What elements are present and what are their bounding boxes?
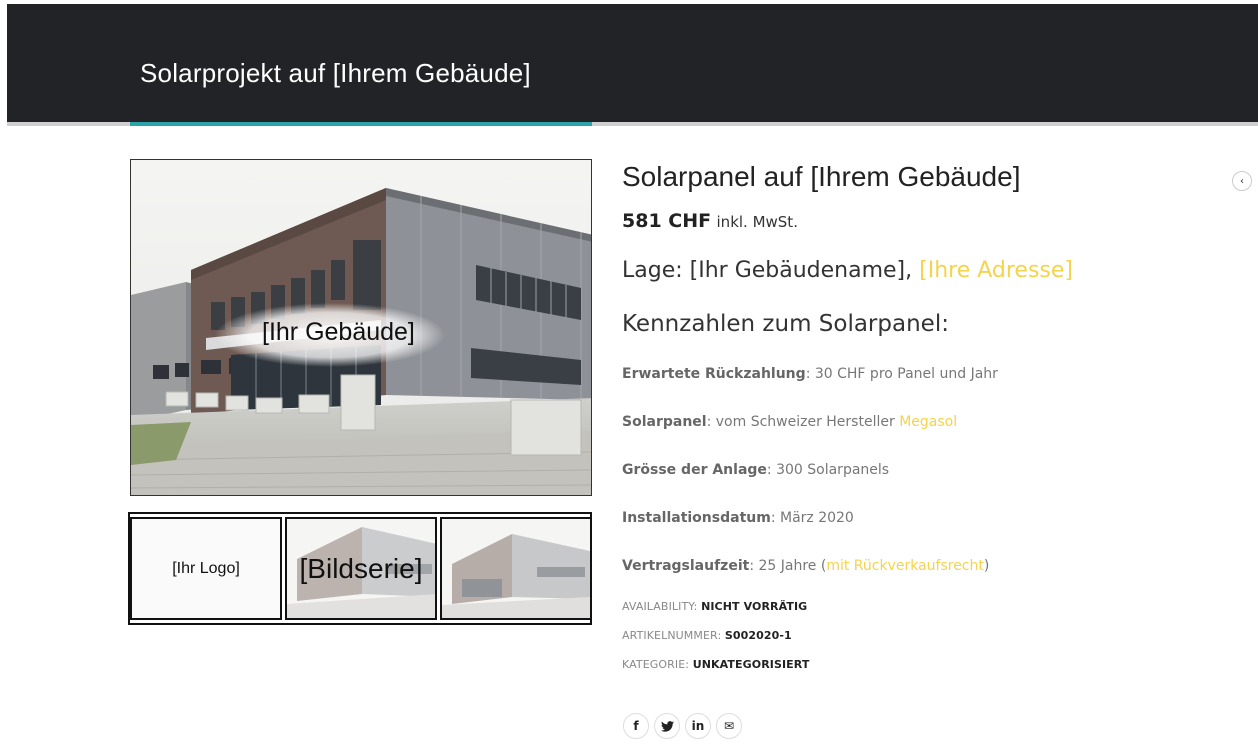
specs-heading: Kennzahlen zum Solarpanel: (622, 311, 949, 337)
spec-installationsdatum: Installationsdatum: März 2020 (622, 510, 854, 526)
share-email-button[interactable]: ✉ (716, 713, 742, 739)
spec-vertragslaufzeit: Vertragslaufzeit: 25 Jahre (mit Rückverk… (622, 558, 989, 574)
spec-value: vom Schweizer Hersteller (715, 414, 900, 430)
meta-availability: AVAILABILITY: NICHT VORRÄTIG (622, 600, 807, 613)
spec-key: Erwartete Rückzahlung (622, 366, 806, 382)
spec-suffix: ) (983, 558, 990, 574)
spec-value: 25 Jahre ( (758, 558, 827, 574)
meta-label: AVAILABILITY: (622, 600, 702, 613)
thumbnail-building-image-2 (442, 519, 590, 618)
spec-link-megasol[interactable]: Megasol (899, 414, 957, 430)
facebook-icon: f (633, 719, 639, 733)
spec-key: Vertragslaufzeit (622, 558, 750, 574)
product-location: Lage: [Ihr Gebäudename], [Ihre Adresse] (622, 258, 1073, 283)
chevron-left-icon: ‹ (1240, 175, 1244, 187)
spec-groesse: Grösse der Anlage: 300 Solarpanels (622, 462, 889, 478)
main-image-label: [Ihr Gebäude] (262, 318, 415, 346)
spec-separator: : (770, 510, 780, 526)
linkedin-icon: in (691, 719, 705, 733)
thumbnail-logo[interactable]: [Ihr Logo] (130, 517, 282, 620)
thumbnail-bildserie-label: [Bildserie] (299, 552, 423, 584)
spec-link-rueckverkaufsrecht[interactable]: mit Rückverkaufsrecht (826, 558, 984, 574)
thumbnail-logo-label: [Ihr Logo] (172, 559, 240, 577)
spec-solarpanel: Solarpanel: vom Schweizer Hersteller Meg… (622, 414, 957, 430)
spec-value: März 2020 (780, 510, 854, 526)
spec-key: Installationsdatum (622, 510, 771, 526)
share-twitter-button[interactable] (654, 713, 680, 739)
thumbnail-building[interactable] (440, 517, 590, 620)
location-prefix: Lage: [Ihr Gebäudename], (622, 258, 920, 283)
header-accent-bar (130, 122, 592, 126)
spec-value: 300 Solarpanels (776, 462, 890, 478)
email-icon: ✉ (723, 719, 735, 733)
meta-category: KATEGORIE: UNKATEGORISIERT (622, 658, 809, 671)
product-price: 581 CHF inkl. MwSt. (622, 210, 798, 232)
spec-key: Solarpanel (622, 414, 707, 430)
share-facebook-button[interactable]: f (623, 713, 649, 739)
spec-separator: : (706, 414, 716, 430)
meta-label: KATEGORIE: (622, 658, 693, 671)
meta-sku: ARTIKELNUMMER: S002020-1 (622, 629, 792, 642)
twitter-icon (660, 720, 674, 732)
thumbnail-strip: [Ihr Logo] [Bildserie] (128, 512, 592, 625)
spec-key: Grösse der Anlage (622, 462, 767, 478)
location-address-link[interactable]: [Ihre Adresse] (919, 258, 1073, 283)
product-title: Solarpanel auf [Ihrem Gebäude] (622, 161, 1021, 192)
spec-separator: : (805, 366, 815, 382)
meta-label: ARTIKELNUMMER: (622, 629, 725, 642)
spec-rueckzahlung: Erwartete Rückzahlung: 30 CHF pro Panel … (622, 366, 998, 382)
price-amount: 581 CHF (622, 210, 712, 232)
spec-separator: : (766, 462, 777, 478)
meta-value[interactable]: UNKATEGORISIERT (693, 658, 810, 671)
share-linkedin-button[interactable]: in (685, 713, 711, 739)
meta-value: NICHT VORRÄTIG (701, 600, 808, 613)
sidebar-toggle-button[interactable]: ‹ (1232, 171, 1252, 191)
thumbnail-bildserie[interactable]: [Bildserie] (285, 517, 437, 620)
meta-value: S002020-1 (724, 629, 792, 642)
page-title: Solarprojekt auf [Ihrem Gebäude] (140, 58, 531, 88)
price-tax-note: inkl. MwSt. (716, 213, 798, 231)
spec-value: 30 CHF pro Panel und Jahr (814, 366, 998, 382)
